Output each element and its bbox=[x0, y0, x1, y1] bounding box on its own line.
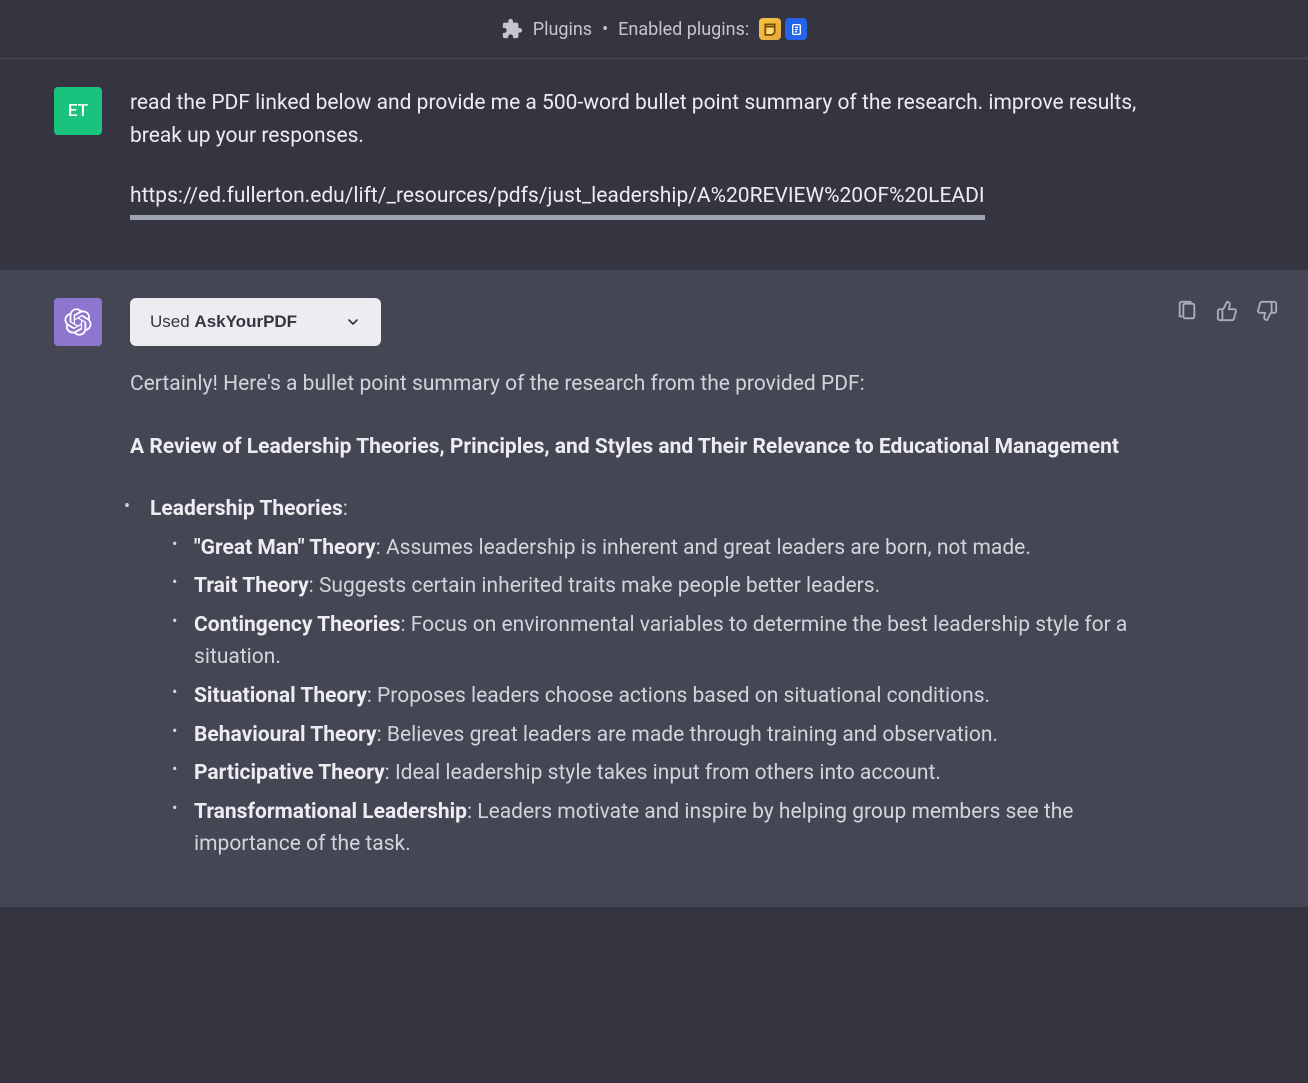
list-item: Leadership Theories: "Great Man" Theory:… bbox=[130, 493, 1164, 860]
response-intro: Certainly! Here's a bullet point summary… bbox=[130, 368, 1164, 401]
list-item: Behavioural Theory: Believes great leade… bbox=[172, 719, 1164, 752]
list-item: Contingency Theories: Focus on environme… bbox=[172, 609, 1164, 674]
openai-icon bbox=[64, 308, 92, 336]
action-icons-group bbox=[1176, 300, 1278, 322]
sub-bullet-list: "Great Man" Theory: Assumes leadership i… bbox=[150, 532, 1164, 861]
response-body: Certainly! Here's a bullet point summary… bbox=[130, 368, 1164, 861]
header-separator: • bbox=[602, 19, 608, 40]
user-message-content: read the PDF linked below and provide me… bbox=[130, 87, 1284, 230]
plugins-label: Plugins bbox=[533, 19, 592, 40]
section-title: Leadership Theories bbox=[150, 497, 343, 521]
plugin-used-text: Used AskYourPDF bbox=[150, 312, 297, 332]
user-message-text: read the PDF linked below and provide me… bbox=[130, 87, 1164, 152]
plugins-header: Plugins • Enabled plugins: bbox=[0, 0, 1308, 59]
thumbs-down-icon[interactable] bbox=[1256, 300, 1278, 322]
user-url-link[interactable]: https://ed.fullerton.edu/lift/_resources… bbox=[130, 180, 985, 220]
plugin-icons-group bbox=[759, 18, 807, 40]
assistant-message-row: Used AskYourPDF Certainly! Here's a bull… bbox=[0, 270, 1308, 907]
copy-icon[interactable] bbox=[1176, 300, 1198, 322]
user-avatar: ET bbox=[54, 87, 102, 135]
enabled-plugins-label: Enabled plugins: bbox=[618, 19, 749, 40]
user-avatar-initials: ET bbox=[68, 101, 88, 121]
assistant-avatar bbox=[54, 298, 102, 346]
list-item: "Great Man" Theory: Assumes leadership i… bbox=[172, 532, 1164, 565]
plugin-document-icon[interactable] bbox=[785, 18, 807, 40]
user-message-row: ET read the PDF linked below and provide… bbox=[0, 59, 1308, 270]
thumbs-up-icon[interactable] bbox=[1216, 300, 1238, 322]
list-item: Situational Theory: Proposes leaders cho… bbox=[172, 680, 1164, 713]
top-bullet-list: Leadership Theories: "Great Man" Theory:… bbox=[130, 493, 1164, 860]
chevron-down-icon bbox=[345, 314, 361, 330]
list-item: Transformational Leadership: Leaders mot… bbox=[172, 796, 1164, 861]
plugin-note-icon[interactable] bbox=[759, 18, 781, 40]
assistant-message-content: Used AskYourPDF Certainly! Here's a bull… bbox=[130, 298, 1284, 867]
response-heading: A Review of Leadership Theories, Princip… bbox=[130, 431, 1164, 464]
puzzle-icon bbox=[501, 18, 523, 40]
list-item: Trait Theory: Suggests certain inherited… bbox=[172, 570, 1164, 603]
plugin-used-button[interactable]: Used AskYourPDF bbox=[130, 298, 381, 346]
list-item: Participative Theory: Ideal leadership s… bbox=[172, 757, 1164, 790]
